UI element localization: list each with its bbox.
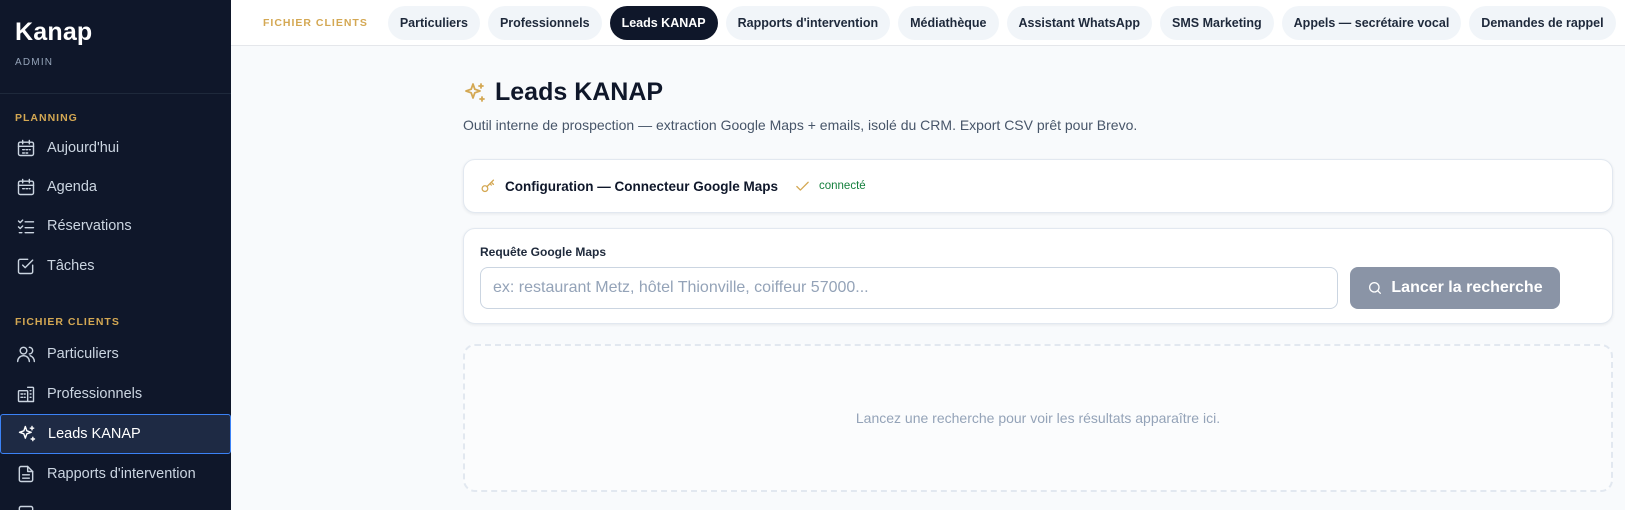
top-tab-bar: FICHIER CLIENTS Particuliers Professionn…: [231, 0, 1625, 46]
sidebar-item-reservations[interactable]: Réservations: [0, 206, 231, 246]
users-icon: [15, 343, 37, 365]
document-icon: [15, 463, 37, 485]
sidebar-item-partial[interactable]: [0, 494, 231, 510]
sidebar-item-label: Tâches: [47, 258, 95, 274]
tab-assistant-whatsapp[interactable]: Assistant WhatsApp: [1006, 5, 1153, 40]
sidebar-item-label: Particuliers: [47, 346, 119, 362]
section-label-fichier-clients: FICHIER CLIENTS: [15, 316, 120, 328]
connection-status: connecté: [794, 178, 866, 195]
sidebar-item-label: Professionnels: [47, 386, 143, 402]
brand: Kanap ADMIN: [0, 0, 231, 94]
sidebar-item-aujourdhui[interactable]: Aujourd'hui: [0, 128, 231, 168]
checkbox-icon: [15, 255, 37, 277]
sidebar-item-taches[interactable]: Tâches: [0, 246, 231, 286]
sidebar-item-agenda[interactable]: Agenda: [0, 167, 231, 207]
sidebar-item-label: Rapports d'intervention: [47, 466, 196, 482]
search-button-label: Lancer la recherche: [1391, 279, 1543, 296]
page-subtitle: Outil interne de prospection — extractio…: [463, 117, 1138, 133]
search-button[interactable]: Lancer la recherche: [1350, 267, 1560, 309]
key-icon: [481, 178, 495, 192]
page-header: Leads KANAP: [463, 78, 663, 107]
tab-rapports-intervention[interactable]: Rapports d'intervention: [725, 5, 891, 40]
sidebar-item-professionnels[interactable]: Professionnels: [0, 374, 231, 414]
google-maps-query-input[interactable]: [480, 267, 1338, 309]
sparkles-icon: [465, 82, 485, 102]
sidebar-item-label: Agenda: [47, 179, 97, 195]
sidebar-item-label: Leads KANAP: [48, 426, 141, 442]
tab-sms-marketing[interactable]: SMS Marketing: [1160, 5, 1274, 40]
list-check-icon: [15, 215, 37, 237]
section-label-planning: PLANNING: [15, 112, 78, 124]
sidebar-item-label: Réservations: [47, 218, 132, 234]
tab-leads-kanap[interactable]: Leads KANAP: [609, 5, 718, 40]
page-title: Leads KANAP: [495, 78, 664, 106]
calendar-icon: [15, 176, 37, 198]
query-card: Requête Google Maps Lancer la recherche: [463, 228, 1613, 324]
sparkles-icon: [16, 423, 38, 445]
tab-appels-secretaire-vocal[interactable]: Appels — secrétaire vocal: [1281, 5, 1462, 40]
calendar-icon: [15, 137, 37, 159]
empty-state-text: Lancez une recherche pour voir les résul…: [855, 410, 1221, 426]
config-title: Configuration — Connecteur Google Maps: [505, 178, 778, 194]
sidebar-item-leads-kanap[interactable]: Leads KANAP: [0, 414, 231, 454]
building-icon: [15, 383, 37, 405]
sidebar: Kanap ADMIN PLANNING Aujourd'hui Agenda …: [0, 0, 231, 510]
app-role: ADMIN: [15, 57, 54, 68]
topbar-section-label: FICHIER CLIENTS: [263, 16, 368, 29]
image-icon: [15, 503, 37, 510]
config-card[interactable]: Configuration — Connecteur Google Maps c…: [463, 159, 1613, 213]
sidebar-item-particuliers[interactable]: Particuliers: [0, 334, 231, 374]
tab-demandes-de-rappel[interactable]: Demandes de rappel: [1469, 5, 1616, 40]
tab-mediatheque[interactable]: Médiathèque: [898, 5, 999, 40]
sidebar-item-label: Aujourd'hui: [47, 140, 120, 156]
status-text: connecté: [819, 180, 866, 192]
check-icon: [796, 181, 809, 191]
tab-particuliers[interactable]: Particuliers: [387, 5, 480, 40]
sidebar-item-rapports[interactable]: Rapports d'intervention: [0, 454, 231, 494]
results-empty-state: Lancez une recherche pour voir les résul…: [463, 344, 1613, 492]
app-name: Kanap: [15, 18, 93, 46]
search-icon: [1369, 282, 1382, 294]
tab-professionnels[interactable]: Professionnels: [487, 5, 602, 40]
query-label: Requête Google Maps: [480, 245, 607, 259]
